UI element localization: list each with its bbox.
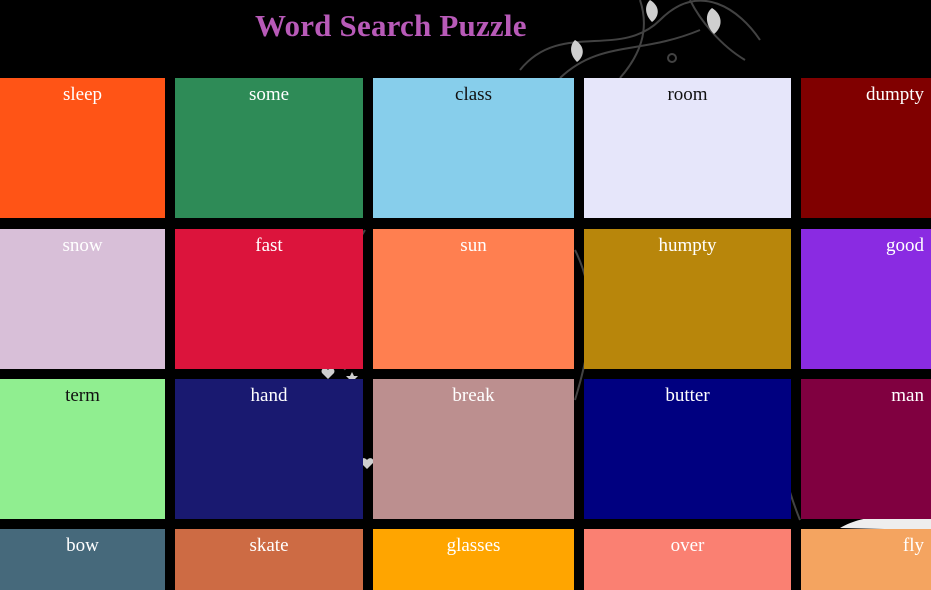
word-tile-hand[interactable]: hand — [175, 379, 363, 519]
word-tile-label: term — [65, 385, 100, 406]
word-tile-label: hand — [250, 385, 288, 406]
word-tile-label: man — [891, 385, 924, 406]
word-tile-label: humpty — [658, 235, 717, 256]
word-tile-label: fly — [902, 535, 924, 556]
word-tile-label: over — [670, 535, 705, 556]
word-tile-good[interactable]: good — [801, 229, 931, 369]
word-tile-label: sleep — [62, 84, 103, 105]
word-tile-glasses[interactable]: glasses — [373, 529, 574, 590]
word-tile-fast[interactable]: fast — [175, 229, 363, 369]
word-tile-butter[interactable]: butter — [584, 379, 791, 519]
word-tile-label: room — [667, 84, 708, 105]
word-tile-over[interactable]: over — [584, 529, 791, 590]
word-tile-label: butter — [665, 385, 710, 406]
word-tile-sun[interactable]: sun — [373, 229, 574, 369]
word-tile-snow[interactable]: snow — [0, 229, 165, 369]
word-tile-label: dumpty — [865, 84, 924, 105]
word-tile-label: glasses — [446, 535, 501, 556]
word-tile-humpty[interactable]: humpty — [584, 229, 791, 369]
word-tile-break[interactable]: break — [373, 379, 574, 519]
word-tile-class[interactable]: class — [373, 78, 574, 218]
word-tile-label: some — [248, 84, 290, 105]
word-tile-fly[interactable]: fly — [801, 529, 931, 590]
word-tile-sleep[interactable]: sleep — [0, 78, 165, 218]
word-tile-term[interactable]: term — [0, 379, 165, 519]
word-tile-label: good — [886, 235, 924, 256]
word-tile-bow[interactable]: bow — [0, 529, 165, 590]
word-tile-label: bow — [66, 535, 99, 556]
word-tile-some[interactable]: some — [175, 78, 363, 218]
word-tile-label: fast — [255, 235, 283, 256]
page-title: Word Search Puzzle — [255, 8, 527, 43]
word-tile-label: class — [455, 84, 492, 105]
word-tile-man[interactable]: man — [801, 379, 931, 519]
word-tile-skate[interactable]: skate — [175, 529, 363, 590]
word-tile-room[interactable]: room — [584, 78, 791, 218]
word-tile-label: snow — [62, 235, 103, 256]
word-tile-label: break — [452, 385, 495, 406]
word-tile-dumpty[interactable]: dumpty — [801, 78, 931, 218]
word-tile-label: sun — [460, 235, 487, 256]
word-tile-label: skate — [249, 535, 289, 556]
